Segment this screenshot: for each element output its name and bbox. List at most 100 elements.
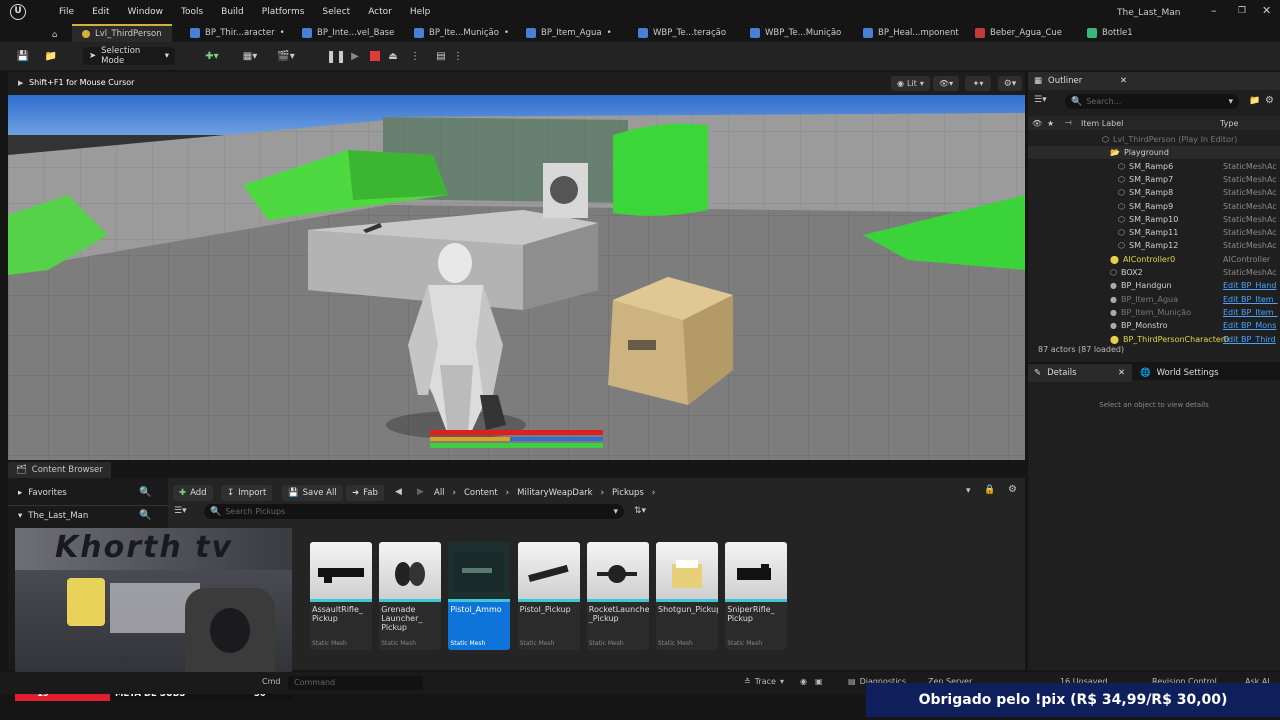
save-icon[interactable]: 💾 — [14, 47, 32, 65]
tab-level[interactable]: Lvl_ThirdPerson — [72, 24, 172, 42]
realtime-icon[interactable]: ✦▾ — [965, 76, 991, 91]
favorites-header[interactable]: ▸ Favorites — [18, 488, 67, 498]
outliner-row[interactable]: ⬡ SM_Ramp6 StaticMeshAc — [1028, 160, 1280, 173]
close-icon[interactable]: ✕ — [1118, 368, 1125, 378]
save-all-button[interactable]: 💾 Save All — [282, 485, 343, 501]
project-header[interactable]: ▾ The_Last_Man — [18, 511, 88, 521]
asset-tile[interactable]: Grenade Launcher_ Pickup Static Mesh — [379, 542, 442, 650]
cinematics-icon[interactable]: 🎬▾ — [272, 47, 300, 65]
menu-actor[interactable]: Actor — [359, 7, 401, 17]
filter-icon[interactable]: ☰▾ — [174, 506, 187, 516]
outliner-row-type[interactable]: Edit BP_Hand — [1223, 281, 1278, 290]
asset-tile[interactable]: SniperRifle_ Pickup Static Mesh — [725, 542, 788, 650]
forward-icon[interactable]: ▶ — [417, 487, 424, 497]
search-icon[interactable]: 🔍 — [139, 510, 151, 521]
cmd-dropdown[interactable]: Cmd — [262, 677, 280, 686]
camera-icon[interactable]: ▣ — [815, 677, 823, 686]
tab-content-browser[interactable]: 🗂 Content Browser — [8, 462, 111, 478]
more-icon[interactable]: ⋮ — [409, 47, 421, 65]
add-actor-icon[interactable]: ✚▾ — [198, 47, 226, 65]
breadcrumb-all[interactable]: All — [434, 488, 445, 498]
tab-bp-character[interactable]: BP_Thir...aracter • — [190, 24, 285, 42]
view-mode-dropdown[interactable]: ◉ Lit ▾ — [891, 76, 930, 91]
outliner-row-type[interactable]: Edit BP_Third — [1223, 335, 1278, 344]
level-viewport[interactable]: ▶ Shift+F1 for Mouse Cursor ◉ Lit ▾ 👁▾ ✦▾ … — [8, 72, 1025, 460]
asset-tile[interactable]: Pistol_Pickup Static Mesh — [517, 542, 580, 650]
visibility-icon[interactable]: 👁 — [1032, 119, 1042, 128]
command-input[interactable]: Command — [288, 676, 423, 690]
fab-button[interactable]: ➜ Fab — [346, 485, 384, 501]
asset-tile[interactable]: AssaultRifle_ Pickup Static Mesh — [310, 542, 372, 650]
menu-build[interactable]: Build — [212, 7, 253, 17]
tab-world-settings[interactable]: 🌐 World Settings — [1134, 364, 1219, 382]
close-icon[interactable]: ✕ — [1120, 76, 1127, 86]
chevron-down-icon[interactable]: ▾ — [966, 486, 971, 496]
outliner-row[interactable]: ⬤ AIController0 AIController — [1028, 253, 1280, 266]
outliner-row-type[interactable]: Edit BP_Item_ — [1223, 308, 1278, 317]
col-type[interactable]: Type — [1220, 119, 1238, 128]
settings-icon[interactable]: ⚙ — [1265, 95, 1274, 106]
outliner-row[interactable]: 📂 Playground — [1028, 146, 1280, 160]
asset-tile[interactable]: Shotgun_Pickup Static Mesh — [656, 542, 718, 650]
breadcrumb-military[interactable]: MilitaryWeapDark — [517, 488, 592, 498]
cb-search-input[interactable]: 🔍 Search Pickups ▾ — [204, 504, 624, 519]
content-icon[interactable]: 📁 — [42, 47, 60, 65]
import-button[interactable]: ↧ Import — [221, 485, 273, 501]
eject-icon[interactable]: ⏏ — [385, 47, 401, 65]
tab-wbp-interacao[interactable]: WBP_Te...teração — [638, 24, 726, 42]
outliner-row[interactable]: ⬡ SM_Ramp10 StaticMeshAc — [1028, 213, 1280, 226]
minimize-icon[interactable]: – — [1211, 4, 1217, 17]
tab-sound-cue[interactable]: Beber_Agua_Cue — [975, 24, 1062, 42]
asset-tile[interactable]: Pistol_Ammo Static Mesh — [448, 542, 511, 650]
tab-wbp-municao[interactable]: WBP_Te...Munição — [750, 24, 841, 42]
filter-icon[interactable]: ☰▾ — [1034, 95, 1047, 105]
asset-tile[interactable]: RocketLauncher _Pickup Static Mesh — [586, 542, 649, 650]
star-icon[interactable]: ★ — [1047, 119, 1054, 128]
outliner-search-input[interactable]: 🔍 Search... ▾ — [1065, 94, 1239, 109]
outliner-row[interactable]: ● BP_Handgun Edit BP_Hand — [1028, 279, 1280, 292]
blueprint-menu-icon[interactable]: ▦▾ — [236, 47, 264, 65]
unreal-logo-icon[interactable]: U — [10, 4, 26, 20]
outliner-row[interactable]: ● BP_Monstro Edit BP_Mons — [1028, 319, 1280, 332]
step-icon[interactable]: ▶ — [347, 47, 363, 65]
more-icon[interactable]: ⋮ — [453, 47, 463, 65]
maximize-icon[interactable]: ❐ — [1238, 6, 1246, 16]
menu-file[interactable]: File — [50, 7, 83, 17]
record-icon[interactable]: ◉ — [800, 677, 807, 686]
stop-icon[interactable] — [367, 47, 383, 65]
platforms-icon[interactable]: ▤ — [432, 47, 450, 65]
outliner-row[interactable]: ⬡ Lvl_ThirdPerson (Play In Editor) — [1028, 133, 1280, 146]
tab-bp-health[interactable]: BP_Heal...mponent — [863, 24, 959, 42]
lock-icon[interactable]: 🔒 — [984, 485, 995, 495]
outliner-row-type[interactable]: Edit BP_Mons — [1223, 321, 1278, 330]
outliner-row[interactable]: ⬡ SM_Ramp7 StaticMeshAc — [1028, 173, 1280, 186]
settings-icon[interactable]: ⚙▾ — [998, 76, 1022, 91]
menu-select[interactable]: Select — [313, 7, 359, 17]
col-item-label[interactable]: Item Label — [1081, 119, 1123, 128]
outliner-row[interactable]: ● BP_Item_Munição Edit BP_Item_ — [1028, 306, 1280, 319]
outliner-row[interactable]: ⬡ SM_Ramp11 StaticMeshAc — [1028, 226, 1280, 239]
show-flags-icon[interactable]: 👁▾ — [933, 76, 959, 91]
add-folder-icon[interactable]: 📁 — [1249, 96, 1260, 106]
settings-icon[interactable]: ⚙ — [1008, 484, 1017, 495]
outliner-row[interactable]: ⬤ BP_ThirdPersonCharacter0 Edit BP_Third — [1028, 333, 1280, 346]
outliner-row[interactable]: ⬡ SM_Ramp8 StaticMeshAc — [1028, 186, 1280, 199]
sort-icon[interactable]: ⇅▾ — [634, 506, 646, 516]
tab-bp-interact[interactable]: BP_Inte...vel_Base — [302, 24, 394, 42]
back-icon[interactable]: ◀ — [395, 487, 402, 497]
pin-icon[interactable]: ⟞ — [1065, 118, 1072, 128]
outliner-row-type[interactable]: Edit BP_Item_ — [1223, 295, 1278, 304]
outliner-row[interactable]: ● BP_Item_Agua Edit BP_Item_ — [1028, 293, 1280, 306]
search-icon[interactable]: 🔍 — [139, 487, 151, 498]
close-icon[interactable]: ✕ — [1262, 4, 1271, 17]
outliner-row[interactable]: ⬡ SM_Ramp12 StaticMeshAc — [1028, 239, 1280, 252]
outliner-row[interactable]: ⬡ BOX2 StaticMeshAc — [1028, 266, 1280, 279]
add-button[interactable]: ✚ Add — [173, 485, 213, 501]
menu-window[interactable]: Window — [119, 7, 173, 17]
tab-details[interactable]: ✎ Details ✕ — [1028, 364, 1132, 382]
outliner-row[interactable]: ⬡ SM_Ramp9 StaticMeshAc — [1028, 200, 1280, 213]
menu-edit[interactable]: Edit — [83, 7, 118, 17]
pause-icon[interactable]: ❚❚ — [326, 47, 346, 65]
menu-help[interactable]: Help — [401, 7, 440, 17]
selection-mode-dropdown[interactable]: ➤ Selection Mode ▾ — [83, 46, 175, 66]
